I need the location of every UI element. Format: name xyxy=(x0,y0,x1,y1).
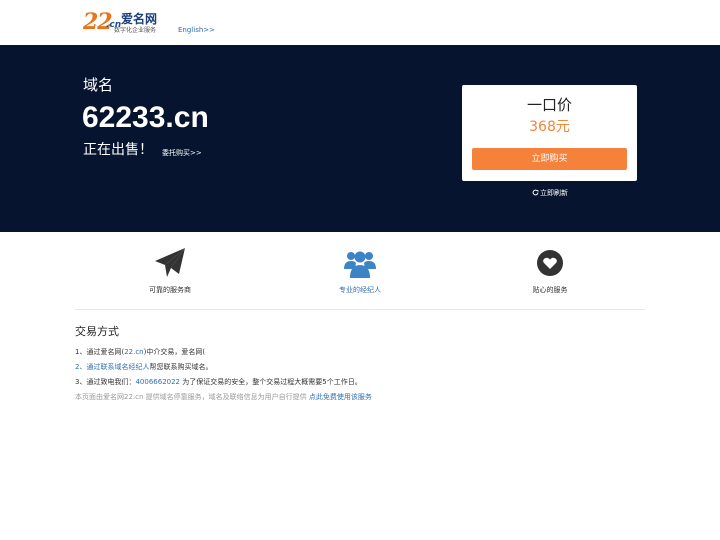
phone-link[interactable]: 4006662022 xyxy=(135,378,180,386)
entrust-buy-link[interactable]: 委托购买>> xyxy=(162,148,202,158)
heart-icon xyxy=(537,250,563,276)
price-card: 一口价 368元 立即购买 xyxy=(462,85,637,181)
refresh-link[interactable]: 立即刷新 xyxy=(532,188,568,198)
feature-label: 专业的经纪人 xyxy=(339,286,381,294)
paper-plane-icon xyxy=(155,248,185,277)
feature-reliable: 可靠的服务商 xyxy=(120,247,220,297)
refresh-label: 立即刷新 xyxy=(540,189,568,197)
feature-broker: 专业的经纪人 xyxy=(310,247,410,297)
buy-now-button[interactable]: 立即购买 xyxy=(472,148,627,170)
contact-broker-link[interactable]: 联系域名经纪人 xyxy=(100,363,149,371)
refresh-icon xyxy=(532,189,539,196)
english-link[interactable]: English>> xyxy=(178,25,215,35)
trade-step-1: 1、通过爱名网(22.cn)中介交易，爱名网( xyxy=(75,347,205,357)
step-text: 通过爱名网( xyxy=(86,348,125,356)
users-icon xyxy=(344,251,376,278)
trade-step-3: 3、通过致电我们：4006662022 为了保证交易的安全，整个交易过程大概需要… xyxy=(75,377,362,387)
step-text: 为了保证交易的安全，整个交易过程大概需要5个工作日。 xyxy=(180,378,362,386)
feature-service: 贴心的服务 xyxy=(500,247,600,297)
header: 22 .cn 爱名网 数字化企业服务 English>> xyxy=(0,0,720,45)
footnote-text: 本页面由爱名网22.cn 提供域名停靠服务，域名及联络信息为用户自行提供 xyxy=(75,393,309,401)
footnote: 本页面由爱名网22.cn 提供域名停靠服务，域名及联络信息为用户自行提供 点此免… xyxy=(75,392,372,402)
trade-step-2: 2、通过联系域名经纪人帮您联系购买域名。 xyxy=(75,362,212,372)
feature-label: 可靠的服务商 xyxy=(149,286,191,294)
for-sale-text: 正在出售！ xyxy=(83,142,153,158)
price-value: 368元 xyxy=(529,119,570,135)
section-divider xyxy=(75,309,645,310)
trade-title: 交易方式 xyxy=(75,325,119,338)
logo-name: 爱名网 xyxy=(121,12,158,26)
step-text: )中介交易，爱名网( xyxy=(143,348,206,356)
hero-banner: 域名 62233.cn 正在出售！ 委托购买>> 一口价 368元 立即购买 立… xyxy=(0,45,720,232)
free-service-link[interactable]: 点此免费使用该服务 xyxy=(309,393,372,401)
logo[interactable]: 22 .cn 爱名网 数字化企业服务 xyxy=(83,10,165,38)
domain-name: 62233.cn xyxy=(82,101,209,134)
step-number: 3、 xyxy=(75,378,87,386)
step-text: 通过 xyxy=(86,363,101,371)
step-number: 2、 xyxy=(75,363,87,371)
logo-slogan: 数字化企业服务 xyxy=(114,27,157,34)
price-title: 一口价 xyxy=(526,96,572,114)
domain-label: 域名 xyxy=(83,76,114,94)
step-text: 通过致电我们： xyxy=(86,378,136,386)
feature-label: 贴心的服务 xyxy=(532,286,568,294)
step-number: 1、 xyxy=(75,348,87,356)
step-text: 帮您联系购买域名。 xyxy=(149,363,213,371)
site-link[interactable]: 22.cn xyxy=(124,348,143,356)
